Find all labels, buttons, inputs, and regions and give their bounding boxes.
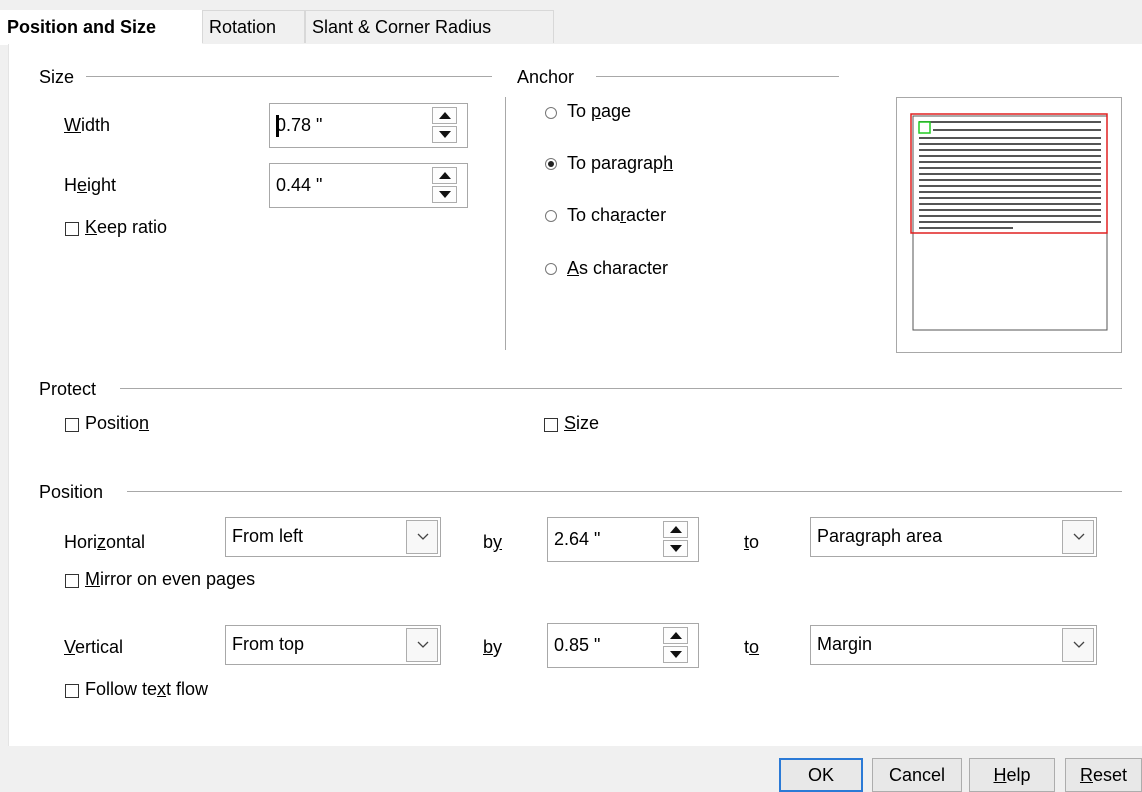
vertical-select[interactable]: From top — [225, 625, 441, 665]
protect-size-checkbox[interactable] — [544, 418, 558, 432]
anchor-to-paragraph-label[interactable]: To paragraph — [567, 153, 673, 174]
horizontal-to-select[interactable]: Paragraph area — [810, 517, 1097, 557]
vertical-by-increment-button[interactable] — [663, 627, 688, 644]
chevron-down-icon — [417, 641, 429, 648]
anchor-as-character-label[interactable]: As character — [567, 258, 668, 279]
chevron-down-icon — [1073, 533, 1085, 540]
position-preview — [896, 97, 1122, 353]
arrow-up-icon — [439, 112, 451, 119]
horizontal-dropdown-button[interactable] — [406, 520, 438, 554]
ok-button[interactable]: OK — [779, 758, 863, 792]
arrow-down-icon — [439, 191, 451, 198]
position-divider — [127, 491, 1122, 492]
vertical-by-spinbox[interactable]: 0.85 " — [547, 623, 699, 668]
arrow-down-icon — [439, 131, 451, 138]
vertical-dropdown-button[interactable] — [406, 628, 438, 662]
anchor-to-paragraph-radio[interactable] — [545, 158, 557, 170]
page-preview-icon — [910, 113, 1108, 331]
protect-position-label[interactable]: Position — [85, 413, 149, 434]
keep-ratio-checkbox[interactable] — [65, 222, 79, 236]
follow-text-flow-checkbox[interactable] — [65, 684, 79, 698]
horizontal-to-value: Paragraph area — [817, 526, 943, 546]
anchor-to-page-label[interactable]: To page — [567, 101, 631, 122]
size-divider — [86, 76, 492, 77]
horizontal-select-value: From left — [232, 526, 304, 546]
vertical-by-decrement-button[interactable] — [663, 646, 688, 663]
width-decrement-button[interactable] — [432, 126, 457, 143]
arrow-down-icon — [670, 651, 682, 658]
tab-slant-corner-radius[interactable]: Slant & Corner Radius — [305, 10, 554, 43]
anchor-divider — [596, 76, 839, 77]
width-label: Width — [64, 115, 111, 135]
height-decrement-button[interactable] — [432, 186, 457, 203]
height-spinbox[interactable]: 0.44 " — [269, 163, 468, 208]
vertical-by-label: by — [483, 637, 503, 657]
horizontal-to-dropdown-button[interactable] — [1062, 520, 1094, 554]
height-value[interactable]: 0.44 " — [276, 164, 322, 207]
horizontal-label: Horizontal — [64, 532, 146, 552]
anchor-vertical-divider — [505, 97, 506, 350]
vertical-to-value: Margin — [817, 634, 873, 654]
protect-size-label[interactable]: Size — [564, 413, 599, 434]
width-value[interactable]: 0.78 " — [276, 104, 322, 147]
vertical-to-label: to — [744, 637, 760, 657]
horizontal-select[interactable]: From left — [225, 517, 441, 557]
follow-text-flow-label[interactable]: Follow text flow — [85, 679, 208, 700]
cancel-button[interactable]: Cancel — [872, 758, 962, 792]
horizontal-by-spinbox[interactable]: 2.64 " — [547, 517, 699, 562]
tab-bar: Position and Size Rotation Slant & Corne… — [0, 10, 1142, 45]
arrow-up-icon — [439, 172, 451, 179]
position-section-title: Position — [39, 482, 104, 502]
protect-divider — [120, 388, 1122, 389]
width-increment-button[interactable] — [432, 107, 457, 124]
mirror-even-pages-checkbox[interactable] — [65, 574, 79, 588]
vertical-label: Vertical — [64, 637, 124, 657]
anchor-to-character-radio[interactable] — [545, 210, 557, 222]
reset-button[interactable]: Reset — [1065, 758, 1142, 792]
anchor-section-title: Anchor — [517, 67, 575, 87]
arrow-up-icon — [670, 632, 682, 639]
arrow-up-icon — [670, 526, 682, 533]
horizontal-by-label: by — [483, 532, 503, 552]
horizontal-by-value[interactable]: 2.64 " — [554, 518, 600, 561]
horizontal-to-label: to — [744, 532, 760, 552]
protect-section-title: Protect — [39, 379, 97, 399]
chevron-down-icon — [1073, 641, 1085, 648]
chevron-down-icon — [417, 533, 429, 540]
size-section-title: Size — [39, 67, 75, 87]
anchor-to-page-radio[interactable] — [545, 107, 557, 119]
height-label: Height — [64, 175, 117, 195]
vertical-select-value: From top — [232, 634, 305, 654]
height-increment-button[interactable] — [432, 167, 457, 184]
vertical-by-value[interactable]: 0.85 " — [554, 624, 600, 667]
tab-position-and-size[interactable]: Position and Size — [0, 10, 202, 45]
mirror-even-pages-label[interactable]: Mirror on even pages — [85, 569, 255, 590]
anchor-to-character-label[interactable]: To character — [567, 205, 666, 226]
vertical-to-dropdown-button[interactable] — [1062, 628, 1094, 662]
tab-rotation[interactable]: Rotation — [202, 10, 305, 43]
protect-position-checkbox[interactable] — [65, 418, 79, 432]
width-spinbox[interactable]: 0.78 " — [269, 103, 468, 148]
anchor-as-character-radio[interactable] — [545, 263, 557, 275]
vertical-to-select[interactable]: Margin — [810, 625, 1097, 665]
help-button[interactable]: Help — [969, 758, 1055, 792]
keep-ratio-label[interactable]: Keep ratio — [85, 217, 167, 238]
horizontal-by-decrement-button[interactable] — [663, 540, 688, 557]
horizontal-by-increment-button[interactable] — [663, 521, 688, 538]
arrow-down-icon — [670, 545, 682, 552]
